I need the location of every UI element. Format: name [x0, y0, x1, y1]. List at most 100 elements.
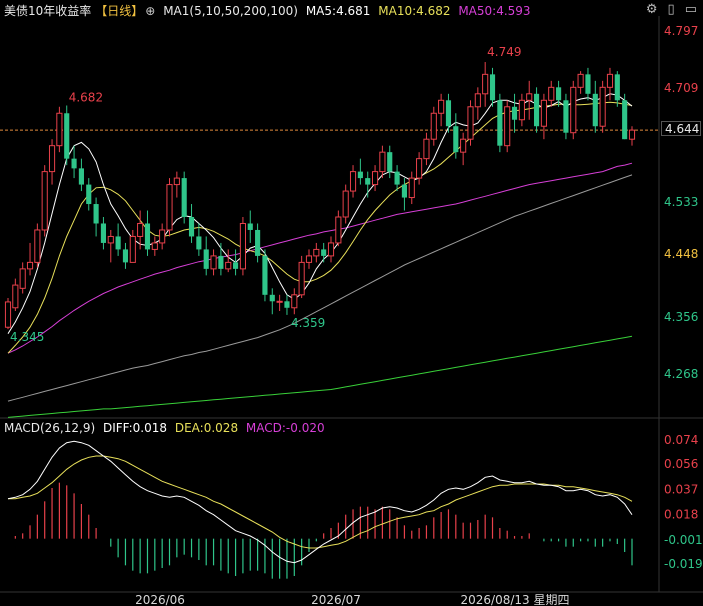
- settings-icon[interactable]: ⊕: [145, 4, 155, 18]
- candle-body-up: [26, 261, 34, 270]
- candle-body-up: [570, 86, 577, 134]
- macd-dea-value: DEA:0.028: [174, 421, 239, 435]
- candle-body-up: [137, 222, 144, 237]
- candle-body-down: [218, 255, 224, 269]
- candle-body-down: [188, 217, 195, 237]
- candle-body-up: [342, 190, 349, 218]
- candle-body-up: [379, 151, 386, 173]
- gear-icon[interactable]: ⚙: [646, 2, 658, 17]
- dea-line: [8, 455, 633, 549]
- candle-body-up: [474, 93, 481, 108]
- ma10-value: MA10:4.682: [378, 4, 451, 18]
- time-axis-label: 2026/07: [311, 593, 361, 606]
- candle-body-down: [284, 301, 290, 308]
- candle-body-up: [19, 268, 26, 289]
- candle-body-down: [387, 152, 393, 172]
- candle-body-down: [556, 87, 562, 101]
- candle-body-up: [48, 145, 56, 173]
- diff-line: [7, 440, 633, 564]
- price-tick-label: 4.533: [664, 195, 698, 209]
- candle-body-down: [93, 204, 99, 224]
- candle-body-down: [401, 184, 407, 198]
- candle-body-up: [276, 300, 283, 303]
- candle-body-up: [349, 171, 357, 192]
- candle-body-up: [526, 93, 533, 101]
- candle-body-up: [628, 129, 636, 140]
- macd-tick-label: 0.056: [664, 457, 698, 471]
- macd-diff-value: DIFF:0.018: [102, 421, 168, 435]
- panel-toggle-icon[interactable]: ▯: [668, 2, 675, 17]
- low-annotation-label: 4.359: [291, 316, 325, 330]
- price-tick-label: 4.268: [664, 367, 698, 381]
- ma50-value: MA50:4.593: [458, 4, 531, 18]
- candle-body-up: [166, 184, 173, 231]
- macd-header: MACD(26,12,9) DIFF:0.018 DEA:0.028 MACD:…: [4, 421, 329, 435]
- candle-body-down: [181, 178, 187, 217]
- last-price-tag: 4.644: [661, 121, 701, 136]
- candle-body-down: [533, 93, 540, 127]
- time-axis-label: 2026/06: [135, 593, 185, 606]
- ma200-line: [7, 174, 633, 402]
- high-annotation-label: 4.682: [69, 90, 103, 104]
- candle-body-up: [4, 301, 12, 328]
- candle-body-down: [78, 168, 84, 185]
- candle-body-up: [423, 138, 430, 160]
- macd-tick-label: -0.019: [664, 557, 703, 571]
- candle-body-up: [291, 294, 298, 309]
- candle-body-down: [196, 236, 202, 250]
- candle-body-down: [365, 178, 371, 185]
- candle-body-down: [233, 262, 239, 269]
- candle-body-down: [563, 100, 569, 133]
- candle-body-up: [159, 229, 166, 244]
- candle-body-up: [239, 222, 246, 270]
- candle-body-up: [577, 73, 584, 88]
- high-annotation-label: 4.749: [487, 45, 521, 59]
- candle-body-up: [467, 106, 474, 140]
- candle-body-down: [115, 236, 121, 250]
- macd-macd-value: MACD:-0.020: [245, 421, 325, 435]
- price-chart[interactable]: 4.797 4.709 4.533 4.448 4.356 4.268 4.682 4.345…: [0, 0, 703, 606]
- candle-body-down: [122, 249, 129, 263]
- candle-body-up: [460, 138, 467, 153]
- macd-tick-label: 0.074: [664, 433, 698, 447]
- candle-body-up: [313, 248, 320, 257]
- time-axis-label: 2026/08/13 星期四: [461, 593, 570, 606]
- candle-body-down: [86, 184, 92, 205]
- candle-body-up: [56, 112, 63, 147]
- candle-body-up: [504, 106, 511, 147]
- candle-body-up: [151, 242, 158, 250]
- candle-body-up: [225, 261, 232, 270]
- candle-body-down: [357, 171, 363, 179]
- candle-body-up: [408, 177, 415, 199]
- candle-body-down: [585, 74, 591, 94]
- candle-body-up: [210, 255, 217, 270]
- instrument-title: 美债10年收益率: [4, 4, 92, 18]
- candle-body-down: [614, 74, 620, 101]
- candle-body-down: [445, 100, 452, 127]
- candle-body-up: [129, 235, 136, 263]
- macd-params-label[interactable]: MACD(26,12,9): [4, 421, 95, 435]
- ma5-value: MA5:4.681: [305, 4, 371, 18]
- candle-body-down: [622, 100, 628, 140]
- candle-body-down: [71, 158, 77, 169]
- macd-tick-label: 0.037: [664, 482, 698, 496]
- candle-body-up: [173, 177, 180, 186]
- candle-body-up: [482, 73, 489, 95]
- candle-body-down: [144, 223, 151, 250]
- candle-body-down: [511, 106, 518, 120]
- candle-body-up: [12, 284, 19, 309]
- ma-params-label[interactable]: MA1(5,10,50,200,100): [163, 4, 298, 18]
- candle-body-up: [107, 235, 114, 244]
- candle-body-down: [592, 93, 598, 127]
- price-tick-label: 4.356: [664, 310, 698, 324]
- candle-body-down: [64, 113, 70, 159]
- candle-body-up: [438, 99, 445, 114]
- candle-body-up: [41, 171, 48, 231]
- candle-body-down: [453, 126, 459, 153]
- period-selector[interactable]: 【日线】: [95, 4, 143, 18]
- candle-body-up: [430, 112, 437, 140]
- candle-body-up: [34, 229, 41, 263]
- macd-tick-label: 0.018: [664, 508, 698, 522]
- candle-body-up: [548, 86, 555, 101]
- expand-icon[interactable]: ▭: [685, 2, 697, 17]
